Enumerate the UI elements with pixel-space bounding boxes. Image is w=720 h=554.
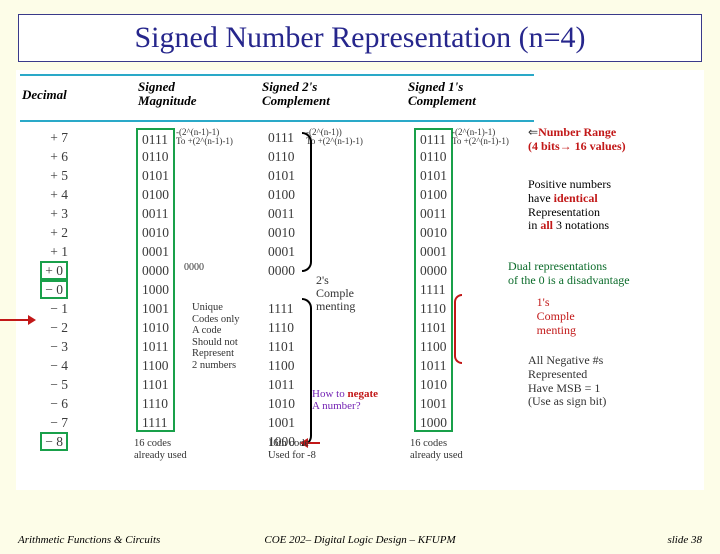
table-row: 1011 bbox=[414, 356, 453, 375]
range-sm: -(2^(n-1)-1)To +(2^(n-1)-1) bbox=[176, 128, 233, 147]
table-row: 0101 bbox=[268, 166, 295, 185]
table-row: 0000 bbox=[414, 261, 453, 280]
footer: Arithmetic Functions & Circuits COE 202–… bbox=[0, 530, 720, 554]
table-row: 0110 bbox=[136, 147, 175, 166]
col-signed-magnitude: 0111011001010100001100100001000010001001… bbox=[136, 128, 175, 432]
table-row: 1101 bbox=[136, 375, 175, 394]
header-rule-bot bbox=[20, 120, 534, 122]
table-row: 1100 bbox=[136, 356, 175, 375]
col-twos-complement: 01110110010101000011001000010000 11111110… bbox=[268, 128, 295, 451]
page-title: Signed Number Representation (n=4) bbox=[29, 21, 691, 55]
brace-2c-top bbox=[302, 132, 312, 272]
table-row: + 4 bbox=[26, 185, 68, 204]
table-row: 1110 bbox=[136, 394, 175, 413]
table-row: 0101 bbox=[136, 166, 175, 185]
note-1c-bottom: 16 codes already used bbox=[410, 438, 463, 461]
table-row: + 6 bbox=[26, 147, 68, 166]
table-row: − 0 bbox=[26, 280, 68, 299]
brace-2c-bot bbox=[302, 298, 312, 446]
table-row: + 2 bbox=[26, 223, 68, 242]
table-row: + 7 bbox=[26, 128, 68, 147]
col-decimal: + 7+ 6+ 5+ 4+ 3+ 2+ 1+ 0− 0− 1− 2− 3− 4−… bbox=[26, 128, 68, 451]
table-row: 0001 bbox=[268, 242, 295, 261]
table-row: 1100 bbox=[268, 356, 295, 375]
table-row: − 8 bbox=[26, 432, 68, 451]
annot-1s: 1's Comple menting bbox=[537, 296, 576, 337]
table-row: 1000 bbox=[414, 413, 453, 432]
sm-zero-label: 0000 bbox=[184, 263, 204, 274]
footer-center: COE 202– Digital Logic Design – KFUPM bbox=[0, 534, 720, 546]
title-box: Signed Number Representation (n=4) bbox=[18, 14, 702, 62]
table-row: 1101 bbox=[268, 337, 295, 356]
range-1c: -(2^(n-1)-1)To +(2^(n-1)-1) bbox=[452, 128, 509, 147]
annot-positive: Positive numbers have identical Represen… bbox=[528, 178, 698, 233]
table-row: 0000 bbox=[136, 261, 175, 280]
table-row: 1010 bbox=[136, 318, 175, 337]
annot-number-range: ⇐Number Range (4 bits→ 16 values) bbox=[528, 126, 698, 154]
table-row: − 3 bbox=[26, 337, 68, 356]
table-row: 1111 bbox=[268, 299, 295, 318]
table-row: 1001 bbox=[414, 394, 453, 413]
table-row: 0001 bbox=[136, 242, 175, 261]
annot-msb: All Negative #s Represented Have MSB = 1… bbox=[528, 354, 698, 409]
note-2c-bottom: 16th code Used for -8 bbox=[268, 438, 316, 461]
note-sm-bottom: 16 codes already used bbox=[134, 438, 187, 461]
table-row: 0100 bbox=[268, 185, 295, 204]
table-row: 0010 bbox=[136, 223, 175, 242]
table-row: 1010 bbox=[414, 375, 453, 394]
note-unique: Unique Codes only A code Should not Repr… bbox=[192, 302, 240, 371]
col-ones-complement: 0111011001010100001100100001000011111110… bbox=[414, 128, 453, 432]
table-row: 0111 bbox=[136, 128, 175, 147]
table-row: + 3 bbox=[26, 204, 68, 223]
table-row: + 5 bbox=[26, 166, 68, 185]
table-row: 1001 bbox=[136, 299, 175, 318]
table-row: 0111 bbox=[414, 128, 453, 147]
arrow-neg1 bbox=[0, 319, 34, 321]
col-header-signed-mag: SignedMagnitude bbox=[138, 80, 197, 109]
table-row: 1001 bbox=[268, 413, 295, 432]
table-row: 1011 bbox=[268, 375, 295, 394]
table-row: 0000 bbox=[268, 261, 295, 280]
table-row: − 5 bbox=[26, 375, 68, 394]
table-row: − 6 bbox=[26, 394, 68, 413]
table-row: 1101 bbox=[414, 318, 453, 337]
col-header-decimal: Decimal bbox=[22, 88, 67, 102]
annot-dual: Dual representationsof the 0 is a disadv… bbox=[508, 260, 698, 288]
table-row: 0100 bbox=[136, 185, 175, 204]
table-row: 1100 bbox=[414, 337, 453, 356]
range-2c: -(2^(n-1))To +(2^(n-1)-1) bbox=[306, 128, 363, 147]
table-row: 0010 bbox=[268, 223, 295, 242]
footer-right: slide 38 bbox=[667, 534, 702, 546]
table-row: − 4 bbox=[26, 356, 68, 375]
table-row: 1000 bbox=[136, 280, 175, 299]
table-row bbox=[268, 280, 295, 299]
note-negate: How to negateA number? bbox=[312, 388, 378, 412]
table-row: + 0 bbox=[26, 261, 68, 280]
table-row: 0001 bbox=[414, 242, 453, 261]
header-row: Decimal SignedMagnitude Signed 2'sComple… bbox=[16, 76, 704, 120]
table-row: + 1 bbox=[26, 242, 68, 261]
table-row: 0010 bbox=[414, 223, 453, 242]
col-header-2c: Signed 2'sComplement bbox=[262, 80, 330, 109]
table-row: 0011 bbox=[414, 204, 453, 223]
table-row: 1011 bbox=[136, 337, 175, 356]
table-row: − 7 bbox=[26, 413, 68, 432]
brace-1s bbox=[454, 294, 462, 364]
table-row: 0110 bbox=[414, 147, 453, 166]
table-row: 1111 bbox=[414, 280, 453, 299]
table-row: 0011 bbox=[136, 204, 175, 223]
col-header-1c: Signed 1'sComplement bbox=[408, 80, 476, 109]
table-row: 0100 bbox=[414, 185, 453, 204]
table-row: 1111 bbox=[136, 413, 175, 432]
table-row: 0111 bbox=[268, 128, 295, 147]
table-row: 0110 bbox=[268, 147, 295, 166]
table-row: 0101 bbox=[414, 166, 453, 185]
annot-2s: 2's Comple menting bbox=[316, 274, 355, 314]
table-content: Decimal SignedMagnitude Signed 2'sComple… bbox=[16, 70, 704, 490]
table-row: 1010 bbox=[268, 394, 295, 413]
table-row: 0011 bbox=[268, 204, 295, 223]
table-row: 1110 bbox=[414, 299, 453, 318]
table-row: 1110 bbox=[268, 318, 295, 337]
